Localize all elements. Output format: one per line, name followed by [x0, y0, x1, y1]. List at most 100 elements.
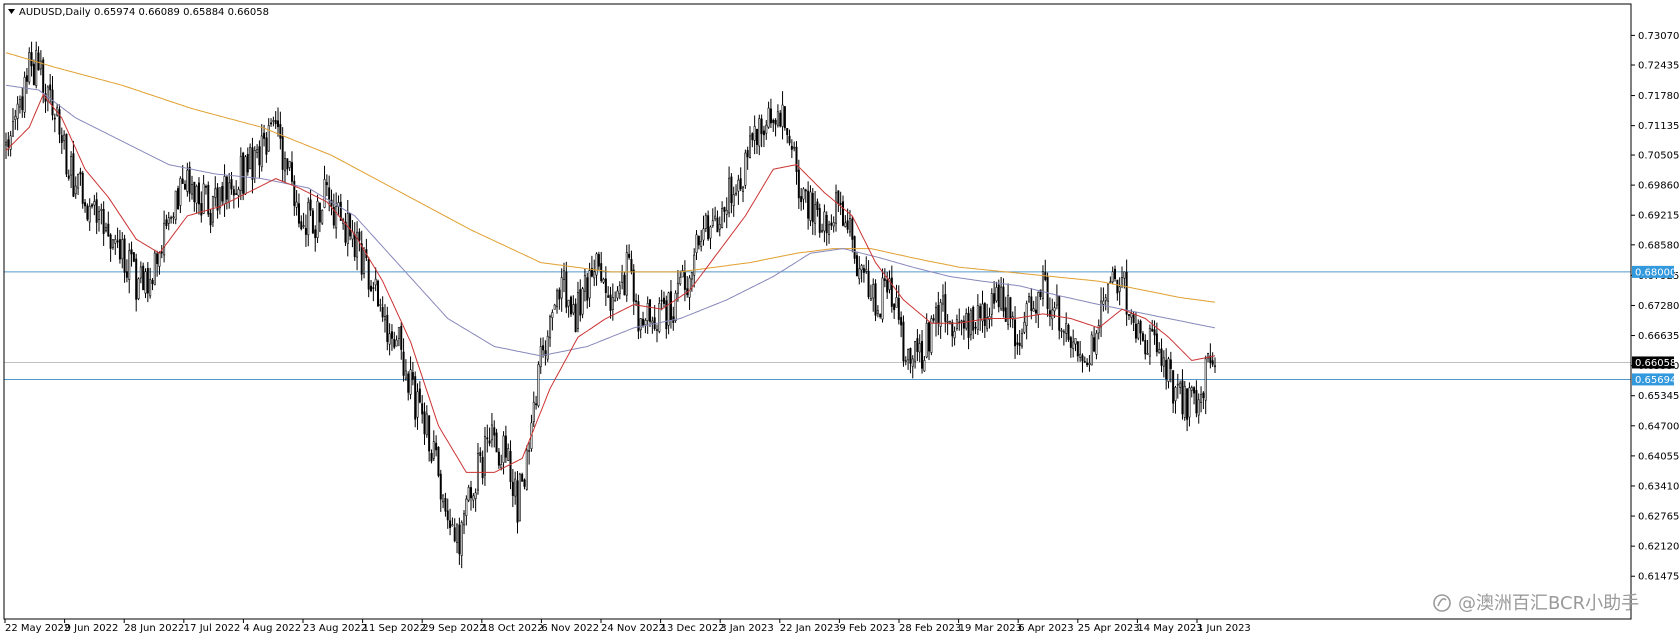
candle — [969, 308, 972, 341]
x-tick-label: 9 Jun 2022 — [65, 623, 119, 634]
candle — [683, 260, 686, 302]
candle — [1137, 319, 1140, 341]
candle-body — [688, 277, 691, 298]
candle-body — [1158, 349, 1161, 354]
candle — [876, 305, 879, 318]
x-tick-label: 22 May 2022 — [5, 623, 70, 634]
candle-body — [800, 196, 803, 203]
candle-body — [774, 119, 777, 125]
candle-body — [916, 338, 919, 352]
candle — [1211, 352, 1214, 367]
candle — [346, 199, 349, 257]
candle-body — [344, 221, 347, 243]
candle-body — [469, 487, 472, 499]
candle-body — [1141, 333, 1144, 341]
candle-body — [760, 118, 763, 135]
candle-body — [1014, 319, 1017, 347]
candle-body — [160, 251, 163, 254]
candle — [1181, 369, 1184, 420]
candle-body — [283, 158, 286, 172]
candle — [98, 206, 101, 232]
candle-body — [1181, 380, 1184, 415]
candle-body — [381, 306, 384, 318]
candle-body — [797, 169, 800, 199]
candle — [707, 210, 710, 241]
candle-body — [1030, 296, 1033, 312]
candle — [516, 471, 519, 534]
candle-body — [318, 202, 321, 223]
candle-body — [879, 313, 882, 318]
candle-body — [81, 172, 84, 204]
candle — [523, 478, 526, 490]
candle-body — [614, 299, 617, 302]
candle — [993, 280, 996, 309]
candle-body — [646, 303, 649, 321]
candle — [1169, 351, 1172, 383]
candle-body — [523, 479, 526, 487]
candle-body — [721, 208, 724, 228]
candle — [135, 253, 138, 312]
candle-body — [158, 252, 161, 267]
candle-body — [858, 268, 861, 280]
candle — [900, 311, 903, 338]
candle — [195, 184, 198, 214]
candle — [1186, 388, 1189, 432]
candle-body — [132, 252, 135, 262]
candle — [151, 278, 154, 291]
candle — [179, 176, 182, 214]
candle — [586, 272, 589, 309]
candle — [718, 216, 721, 237]
candle — [635, 293, 638, 307]
candle — [1062, 329, 1065, 346]
candle — [897, 285, 900, 325]
candle-body — [914, 341, 917, 362]
candle-body — [1116, 279, 1119, 294]
candle — [293, 175, 296, 216]
candle-body — [728, 177, 731, 214]
candle-body — [990, 293, 993, 315]
candle — [342, 217, 345, 230]
candle-body — [230, 179, 233, 190]
candle — [767, 101, 770, 129]
candle — [879, 313, 882, 319]
candle — [1174, 385, 1177, 414]
candle — [760, 114, 763, 148]
candle-body — [1104, 297, 1107, 301]
candle-body — [1095, 332, 1098, 355]
candle — [251, 137, 254, 194]
candle — [272, 116, 275, 127]
candle-body — [1055, 295, 1058, 306]
candle-body — [483, 436, 486, 476]
candle — [616, 286, 619, 301]
candle — [244, 155, 247, 196]
candle-body — [349, 212, 352, 237]
candle — [916, 329, 919, 362]
candle-body — [1202, 392, 1205, 399]
price-chart-svg[interactable]: 0.73070 0.72435 0.71780 0.71135 0.70505 0.698… — [0, 0, 1679, 641]
candle — [779, 109, 782, 128]
candle-body — [174, 190, 177, 220]
candle — [874, 279, 877, 322]
candle — [256, 144, 259, 159]
candle — [609, 286, 612, 319]
candle-body — [1211, 360, 1214, 365]
chart[interactable]: 0.73070 0.72435 0.71780 0.71135 0.70505 0.698… — [0, 0, 1679, 641]
candle — [1060, 327, 1063, 338]
candle-body — [479, 452, 482, 456]
candle — [1111, 266, 1114, 285]
candle-body — [383, 316, 386, 321]
candle-body — [1188, 387, 1191, 418]
candle — [755, 128, 758, 154]
candle-body — [367, 259, 370, 290]
candle-body — [711, 220, 714, 226]
candle — [1007, 283, 1010, 330]
candle-body — [202, 183, 205, 214]
candle-body — [742, 186, 745, 192]
candle-body — [1130, 313, 1133, 318]
candle-body — [65, 133, 68, 175]
candle — [1165, 348, 1168, 390]
candle — [444, 492, 447, 517]
candle — [307, 197, 310, 247]
candle — [63, 130, 66, 150]
candle-body — [309, 199, 312, 211]
